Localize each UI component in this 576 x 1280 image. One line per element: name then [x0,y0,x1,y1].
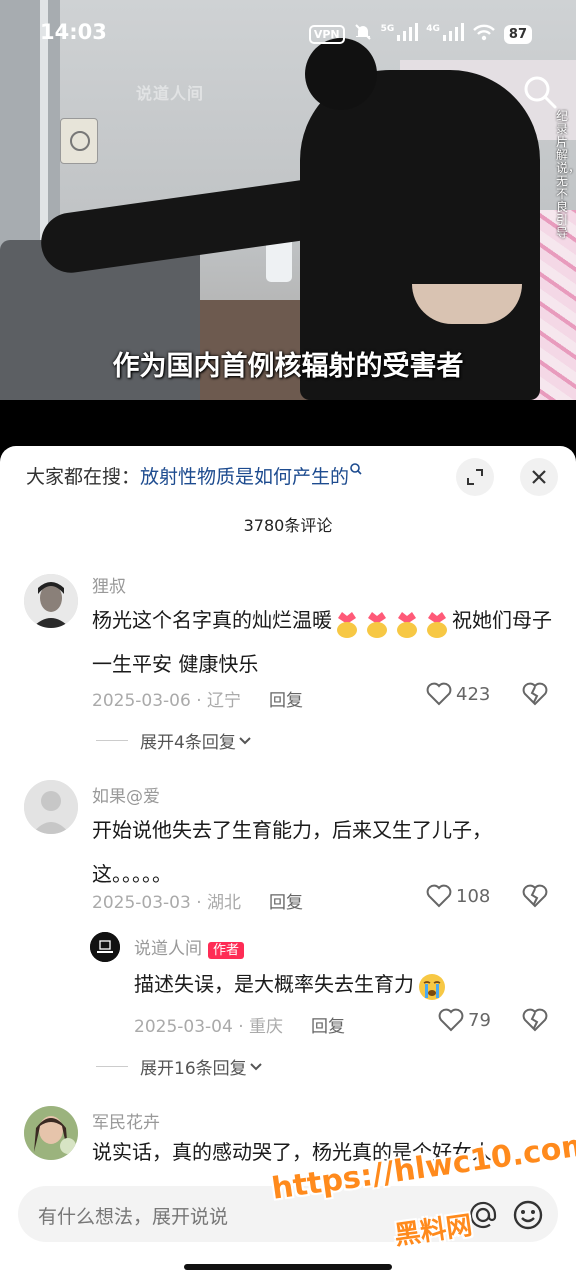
avatar[interactable] [24,1106,78,1160]
expand-replies-label: 展开4条回复 [140,733,236,753]
heart-icon [438,1008,464,1032]
heart-icon [426,884,452,908]
reply-text: 描述失误，是大概率失去生育力 [134,962,554,1006]
search-small-icon [349,463,363,488]
close-icon [532,470,546,484]
comment-date-location: 2025-03-03 · 湖北 [92,893,242,913]
comment-count: 3780条评论 [243,516,333,535]
reply-meta: 2025-03-04 · 重庆 回复 [134,1012,345,1037]
reply-date-location: 2025-03-04 · 重庆 [134,1017,284,1037]
like-count: 79 [468,1009,491,1031]
expand-fullscreen-button[interactable] [456,458,494,496]
home-indicator[interactable] [184,1264,392,1270]
video-subtitle: 作为国内首例核辐射的受害者 [112,351,464,382]
dislike-button[interactable] [522,1008,548,1036]
avatar[interactable] [24,574,78,628]
signal-icon [396,23,419,45]
comment-text: 杨光这个名字真的灿烂温暖 祝她们母子一生平安 健康快乐 [92,598,560,686]
comment-nickname[interactable]: 如果@爱 [92,782,160,807]
battery-level: 87 [503,24,532,44]
like-count: 108 [456,885,491,907]
heart-hands-emoji-icon [366,609,388,638]
expand-replies[interactable]: 展开4条回复 [96,728,254,753]
signal-icon [442,23,464,45]
status-bar: 14:03 VPN 5G 4G 87 [0,0,576,66]
like-button[interactable]: 108 [426,884,490,908]
search-icon[interactable] [520,72,560,112]
emoji-icon[interactable] [512,1199,544,1235]
network-label-5g: 5G [380,24,395,34]
heart-hands-emoji-icon [396,609,418,638]
video-watermark: 说道人间 [136,84,205,103]
expand-icon [467,469,483,485]
author-name[interactable]: 说道人间 [134,939,202,959]
status-time: 14:03 [40,20,107,44]
trending-search-prefix: 大家都在搜： [26,466,141,488]
broken-heart-icon [522,1008,548,1032]
avatar[interactable] [24,780,78,834]
broken-heart-icon [522,682,548,706]
close-button[interactable] [520,458,558,496]
comment-meta: 2025-03-06 · 辽宁 回复 [92,686,303,711]
network-label-4g: 4G [426,24,440,34]
trending-search-term[interactable]: 放射性物质是如何产生的 [140,466,349,488]
chevron-down-icon [249,1062,262,1070]
like-button[interactable]: 423 [426,682,490,706]
author-badge: 作者 [208,942,245,959]
reply-button[interactable]: 回复 [269,691,303,711]
dislike-button[interactable] [522,884,548,912]
wifi-icon [472,23,496,45]
broken-heart-icon [522,884,548,908]
dislike-button[interactable] [522,682,548,710]
chevron-down-icon [239,736,251,744]
video-side-note: 纪录片解说，无不良引导 [556,109,576,240]
expand-replies-label: 展开16条回复 [140,1059,247,1079]
comment-meta: 2025-03-03 · 湖北 回复 [92,888,303,913]
reply-text-body: 描述失误，是大概率失去生育力 [134,972,414,996]
vpn-badge: VPN [308,24,345,44]
comment-input-placeholder: 有什么想法，展开说说 [38,1206,229,1228]
expand-replies[interactable]: 展开16条回复 [96,1054,265,1079]
crying-emoji-icon [418,972,446,1000]
comment-date-location: 2025-03-06 · 辽宁 [92,691,242,711]
video-bottom-gap [0,400,576,446]
comment-text-part: 杨光这个名字真的灿烂温暖 [92,608,332,632]
like-count: 423 [456,683,491,705]
wall-thermostat [60,118,98,164]
comment-nickname[interactable]: 狸叔 [92,572,126,597]
like-button[interactable]: 79 [438,1008,491,1032]
reply-button[interactable]: 回复 [311,1017,345,1037]
input-toolbar [468,1199,544,1235]
author-avatar[interactable] [90,932,120,962]
divider [96,1066,128,1067]
status-icons: VPN 5G 4G 87 [308,22,532,46]
heart-icon [426,682,452,706]
reply-nickname: 说道人间 作者 [134,934,245,959]
reply-button[interactable]: 回复 [269,893,303,913]
heart-hands-emoji-icon [426,609,448,638]
heart-hands-emoji-icon [336,609,358,638]
bell-muted-icon [353,22,373,46]
trending-search[interactable]: 大家都在搜：放射性物质是如何产生的 [26,462,363,489]
comment-text: 开始说他失去了生育能力，后来又生了儿子，这。。。。。 [92,818,492,886]
divider [96,740,128,741]
